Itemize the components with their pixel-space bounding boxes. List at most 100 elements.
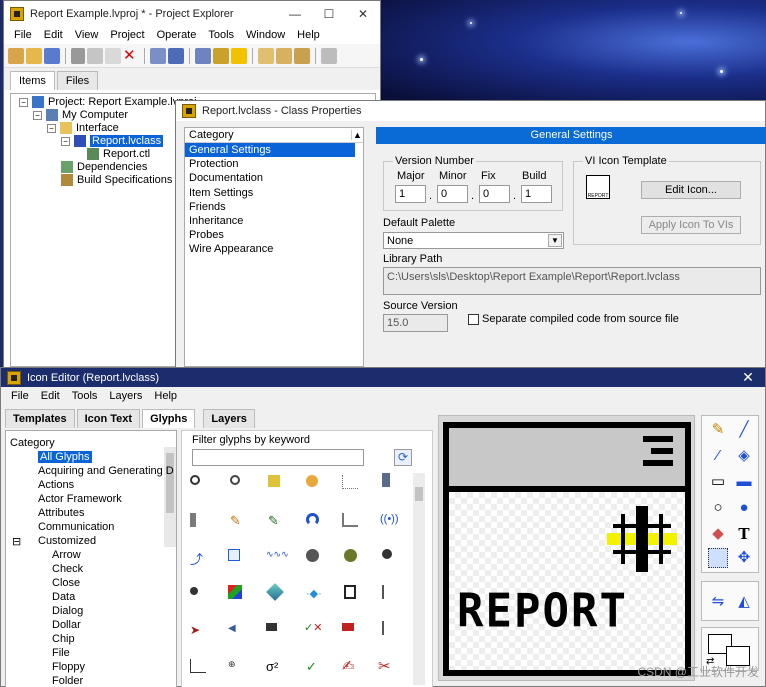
glyph-category-item[interactable]: Data xyxy=(52,591,75,603)
minor-field[interactable]: 0 xyxy=(437,185,468,203)
pencil-tool-icon[interactable]: ✎ xyxy=(708,420,728,440)
tree-item-report-class[interactable]: − Report.lvclass xyxy=(61,135,164,147)
collapse-toggle[interactable]: − xyxy=(47,123,56,133)
rectangle-tool-icon[interactable]: ▭ xyxy=(708,472,728,492)
deploy-icon[interactable] xyxy=(168,47,184,64)
collapse-toggle[interactable]: − xyxy=(33,110,42,120)
tray-glyph-icon[interactable] xyxy=(342,513,358,527)
arc-glyph-icon[interactable] xyxy=(306,513,319,526)
menu-project[interactable]: Project xyxy=(104,29,150,41)
view-icon[interactable] xyxy=(321,47,337,64)
filled-ellipse-tool-icon[interactable]: ● xyxy=(734,498,754,518)
scroll-up-arrow-icon[interactable]: ▲ xyxy=(351,130,363,140)
line-tool-icon[interactable]: ╱ xyxy=(734,420,754,440)
category-scrollbar[interactable] xyxy=(164,447,176,547)
tab-items[interactable]: Items xyxy=(10,71,55,90)
gear-glyph-icon[interactable] xyxy=(306,549,319,562)
tab-icon-text[interactable]: Icon Text xyxy=(76,409,141,428)
plug-glyph-icon[interactable] xyxy=(382,621,388,635)
glyph-filter-input[interactable] xyxy=(192,449,364,466)
tree-item-report-ctl[interactable]: Report.ctl xyxy=(87,148,150,160)
surface-glyph-icon[interactable] xyxy=(266,583,284,601)
category-item-settings[interactable]: Item Settings xyxy=(185,186,363,200)
glyph-category-customized[interactable]: Customized xyxy=(38,535,96,547)
scroll-thumb[interactable] xyxy=(415,487,423,501)
tab-files[interactable]: Files xyxy=(56,71,99,90)
collapse-toggle[interactable]: − xyxy=(61,136,70,146)
coin-glyph-icon[interactable] xyxy=(306,475,318,487)
warning-icon[interactable] xyxy=(231,47,247,64)
glyph-category-item[interactable]: Acquiring and Generating D xyxy=(38,465,174,477)
glyph-scrollbar[interactable] xyxy=(413,473,425,685)
expand-all-icon[interactable] xyxy=(258,47,274,64)
build-field[interactable]: 1 xyxy=(521,185,552,203)
window-glyph-icon[interactable] xyxy=(228,549,240,561)
chevron-down-icon[interactable]: ▼ xyxy=(548,234,562,247)
menu-tools[interactable]: Tools xyxy=(202,29,240,41)
tab-layers[interactable]: Layers xyxy=(203,409,255,428)
glyph-category-item[interactable]: Actor Framework xyxy=(38,493,122,505)
major-field[interactable]: 1 xyxy=(395,185,426,203)
menu-operate[interactable]: Operate xyxy=(151,29,203,41)
menu-layers[interactable]: Layers xyxy=(103,390,148,402)
paste-icon[interactable] xyxy=(105,47,121,64)
clock-glyph-icon[interactable] xyxy=(344,585,356,599)
refresh-icon[interactable]: ⟳ xyxy=(394,449,412,466)
category-wire-appearance[interactable]: Wire Appearance xyxy=(185,242,363,256)
close-button[interactable]: ✕ xyxy=(731,369,765,386)
minimize-button[interactable]: — xyxy=(278,7,312,21)
tab-templates[interactable]: Templates xyxy=(5,409,75,428)
camera-glyph-icon[interactable] xyxy=(266,623,277,631)
text-tool-icon[interactable]: T xyxy=(734,524,754,544)
glyph-category-item[interactable]: Folder xyxy=(52,675,83,687)
magnifier-glyph-icon[interactable] xyxy=(190,475,200,485)
arrow-glyph-icon[interactable]: ➤ xyxy=(190,623,206,637)
device-glyph-icon[interactable] xyxy=(382,473,390,487)
glyph-category-item[interactable]: Close xyxy=(52,577,80,589)
flip-vertical-icon[interactable]: ◭ xyxy=(734,592,754,612)
glyph-category-all[interactable]: All Glyphs xyxy=(38,451,92,463)
category-probes[interactable]: Probes xyxy=(185,228,363,242)
category-general-settings[interactable]: General Settings xyxy=(185,143,355,158)
new-icon[interactable] xyxy=(8,47,24,64)
menu-help[interactable]: Help xyxy=(148,390,183,402)
build-icon[interactable] xyxy=(150,47,166,64)
package-glyph-icon[interactable] xyxy=(268,475,280,487)
tree-item-my-computer[interactable]: − My Computer xyxy=(33,109,128,121)
waveform-glyph-icon[interactable]: ∿∿∿ xyxy=(266,549,289,563)
select-tool-icon[interactable] xyxy=(708,548,728,568)
maximize-button[interactable]: ☐ xyxy=(312,7,346,21)
tree-item-build-specifications[interactable]: Build Specifications xyxy=(61,174,172,186)
pen-glyph-icon[interactable]: ✎ xyxy=(268,513,284,528)
ring-glyph-icon[interactable]: ⊕ xyxy=(228,659,244,673)
category-list[interactable]: Category ▲ General Settings Protection D… xyxy=(184,127,364,367)
collapse-all-icon[interactable] xyxy=(276,47,292,64)
icon-canvas[interactable]: REPORT xyxy=(443,422,691,676)
menu-tools[interactable]: Tools xyxy=(66,390,104,402)
glyph-category-item[interactable]: Floppy xyxy=(52,661,85,673)
collapse-toggle[interactable]: − xyxy=(19,97,28,107)
menu-view[interactable]: View xyxy=(69,29,105,41)
menu-edit[interactable]: Edit xyxy=(38,29,69,41)
tree-item-project[interactable]: − Project: Report Example.lvproj xyxy=(19,96,197,108)
tab-glyphs[interactable]: Glyphs xyxy=(142,409,196,428)
cog-glyph-icon[interactable] xyxy=(344,549,357,562)
menu-edit[interactable]: Edit xyxy=(35,390,66,402)
fill-tool-icon[interactable]: ◈ xyxy=(734,446,754,466)
factory-glyph-icon[interactable] xyxy=(342,623,354,631)
menu-help[interactable]: Help xyxy=(291,29,326,41)
category-friends[interactable]: Friends xyxy=(185,200,363,214)
tree-item-interface[interactable]: − Interface xyxy=(47,122,119,134)
check-glyph-icon[interactable]: ✓ xyxy=(306,659,322,674)
glyph-category-item[interactable]: Dollar xyxy=(52,619,81,631)
connector-glyph-icon[interactable] xyxy=(382,585,388,599)
drops-glyph-icon[interactable]: ·◆· xyxy=(306,587,322,601)
antenna-glyph-icon[interactable]: ((•)) xyxy=(380,513,399,527)
apply-icon-to-vis-button[interactable]: Apply Icon To VIs xyxy=(641,216,741,234)
vector-glyph-icon[interactable] xyxy=(190,659,206,673)
knife-glyph-icon[interactable]: ✂ xyxy=(378,657,394,675)
menu-file[interactable]: File xyxy=(8,29,38,41)
cut-icon[interactable] xyxy=(71,47,85,64)
filled-rectangle-tool-icon[interactable]: ▬ xyxy=(734,472,754,492)
category-inheritance[interactable]: Inheritance xyxy=(185,214,363,228)
